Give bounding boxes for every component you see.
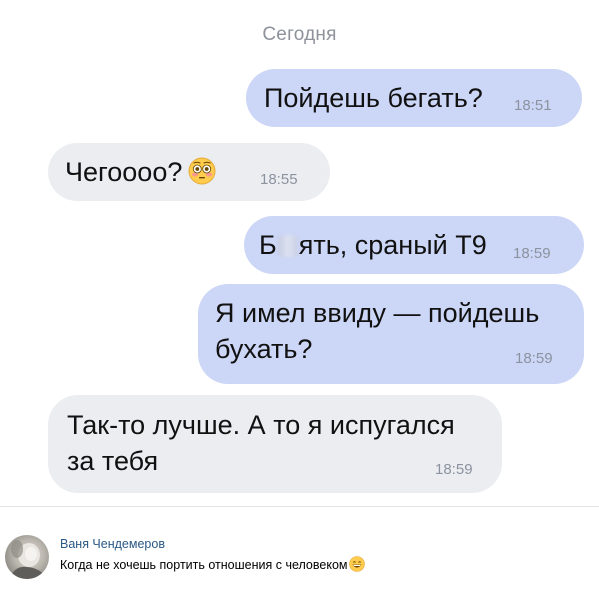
- message-bubble-incoming[interactable]: Так-то лучше. А то я испугался за тебя 1…: [48, 395, 502, 493]
- message-time: 18:55: [260, 171, 298, 188]
- message-time: 18:51: [514, 97, 552, 114]
- message-time: 18:59: [513, 245, 551, 262]
- message-time: 18:59: [515, 350, 553, 367]
- flushed-face-emoji-icon: [188, 157, 216, 185]
- message-bubble-outgoing[interactable]: Бять, сраный Т9 18:59: [244, 216, 584, 274]
- message-text-line: Так-то лучше. А то я испугался: [67, 410, 455, 440]
- message-bubble-outgoing[interactable]: Я имел ввиду — пойдешь бухать? 18:59: [198, 284, 584, 384]
- avatar-photo-icon: [9, 540, 47, 579]
- message-text-start: Б: [259, 230, 277, 260]
- message-text-line: Я имел ввиду — пойдешь: [215, 298, 540, 328]
- message-text-line: бухать?: [215, 334, 313, 364]
- message-text-row: Чегоооо?: [65, 154, 216, 191]
- message-time: 18:59: [435, 461, 473, 478]
- comment-text-row: Когда не хочешь портить отношения с чело…: [60, 556, 365, 572]
- message-text-end: ять, сраный Т9: [298, 230, 487, 260]
- comment-author-link[interactable]: Ваня Чендемеров: [60, 537, 165, 551]
- grinning-face-emoji-icon: [348, 556, 365, 572]
- screenshot: Сегодня Пойдешь бегать? 18:51 Чегоооо? 1…: [0, 0, 599, 601]
- chat-conversation: Сегодня Пойдешь бегать? 18:51 Чегоооо? 1…: [0, 0, 599, 505]
- message-bubble-outgoing[interactable]: Пойдешь бегать? 18:51: [246, 69, 582, 127]
- avatar[interactable]: [5, 535, 49, 579]
- date-separator: Сегодня: [262, 24, 337, 45]
- message-text: Пойдешь бегать?: [264, 83, 483, 113]
- message-text: Чегоооо?: [65, 157, 183, 187]
- message-bubble-incoming[interactable]: Чегоооо? 18:55: [48, 143, 330, 201]
- message-text-row: Бять, сраный Т9: [259, 227, 487, 264]
- message-text-line: за тебя: [67, 446, 159, 476]
- censored-text-blur: [277, 235, 298, 257]
- comment-item: Ваня Чендемеров Когда не хочешь портить …: [0, 507, 599, 601]
- comment-text: Когда не хочешь портить отношения с чело…: [60, 558, 348, 572]
